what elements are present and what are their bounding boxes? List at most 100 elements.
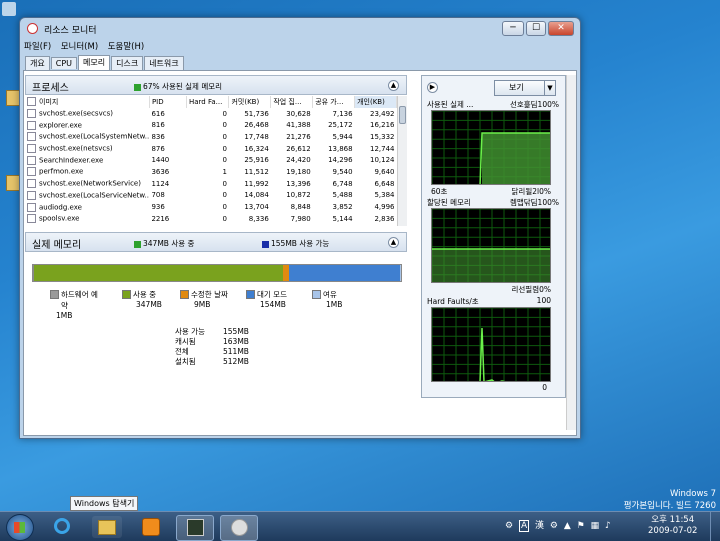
cell-value: 30,628 [286, 109, 311, 118]
col-commit[interactable]: 커밋(KB) [228, 96, 272, 108]
table-row[interactable]: svchost.exe(NetworkService) 1124 0 11,992 13… [25, 178, 397, 190]
stat-available-value: 155MB [223, 327, 249, 336]
col-private[interactable]: 개인(KB) [354, 96, 397, 108]
windows-watermark: Windows 7 평가본입니다. 빌드 7260 [624, 488, 716, 512]
tray-keyboard-icon[interactable]: 漢 [535, 521, 544, 531]
row-checkbox[interactable] [27, 144, 36, 154]
select-all-checkbox[interactable] [27, 97, 36, 107]
process-summary-text: 67% 사용된 실제 메모리 [143, 82, 223, 91]
show-desktop-button[interactable] [710, 512, 720, 541]
tab-network[interactable]: 네트워크 [144, 56, 184, 70]
cell-value: 0 [222, 156, 227, 165]
row-checkbox[interactable] [27, 214, 36, 224]
tab-cpu[interactable]: CPU [50, 57, 77, 69]
pane-scrollbar[interactable] [566, 75, 576, 430]
scrollbar-thumb[interactable] [399, 106, 406, 124]
legend-label: 하드웨어 예 약 [61, 290, 98, 310]
table-row[interactable]: svchost.exe(LocalSystemNetw... 836 0 17,748… [25, 131, 397, 143]
taskbar-perfmon-button[interactable] [220, 515, 258, 541]
menu-file[interactable]: 파일(F) [24, 42, 51, 52]
row-checkbox[interactable] [27, 109, 36, 119]
taskbar-explorer-icon[interactable] [92, 516, 122, 538]
tray-settings-icon[interactable]: ⚙ [550, 521, 558, 531]
cell-value: 0 [222, 121, 227, 130]
cell-value: 4,996 [374, 203, 395, 212]
row-checkbox[interactable] [27, 202, 36, 212]
desktop-recycle-bin-icon[interactable] [2, 2, 16, 16]
close-button[interactable]: ✕ [548, 21, 574, 36]
stat-available-label: 사용 가능 [175, 327, 205, 336]
row-checkbox[interactable] [27, 190, 36, 200]
taskbar-ie-icon[interactable] [48, 516, 78, 538]
start-button[interactable] [6, 514, 34, 541]
menu-help[interactable]: 도움말(H) [108, 42, 144, 52]
clock[interactable]: 오후 11:54 2009-07-02 [648, 515, 697, 537]
cell-value: 0 [222, 214, 227, 223]
table-row[interactable]: explorer.exe 816 0 26,468 41,388 25,172 16,216 [25, 119, 397, 131]
perfmon-task-icon [231, 519, 248, 536]
expand-pane-icon[interactable]: ▶ [427, 82, 438, 93]
col-image[interactable]: 이미지 [25, 96, 150, 108]
graph1-header: 사용된 실제 ... 선호흝딤100% [427, 99, 559, 110]
tab-disk[interactable]: 디스크 [111, 56, 144, 70]
tray-language-icon[interactable]: ⚙ [505, 521, 513, 531]
process-scrollbar[interactable] [397, 96, 407, 226]
legend-item: 수정한 날짜 9MB [180, 289, 253, 309]
row-checkbox[interactable] [27, 179, 36, 189]
table-row[interactable]: svchost.exe(netsvcs) 876 0 16,324 26,612 13,8… [25, 143, 397, 155]
table-row[interactable]: SearchIndexer.exe 1440 0 25,916 24,420 14,296… [25, 154, 397, 166]
table-row[interactable]: spoolsv.exe 2216 0 8,336 7,980 5,144 2,836 [25, 213, 397, 225]
table-row[interactable]: perfmon.exe 3636 1 11,512 19,180 9,540 9,640 [25, 166, 397, 178]
view-dropdown[interactable]: 보기 ▼ [494, 80, 556, 96]
cell-image-text: svchost.exe(LocalSystemNetw... [39, 132, 150, 141]
hard-faults-graph [431, 307, 551, 382]
legend-swatch [50, 289, 59, 299]
taskbar-resource-monitor-button[interactable] [176, 515, 214, 541]
stat-cached-label: 캐시됨 [175, 337, 196, 346]
tray-network-icon[interactable]: ▦ [591, 521, 600, 531]
physical-memory-graph [431, 110, 551, 185]
menu-monitor[interactable]: 모니터(M) [61, 42, 98, 52]
row-checkbox[interactable] [27, 167, 36, 177]
tray-volume-icon[interactable]: ♪ [605, 521, 611, 531]
tab-memory[interactable]: 메모리 [78, 55, 111, 70]
table-row[interactable]: audiodg.exe 936 0 13,704 8,848 3,852 4,996 [25, 201, 397, 213]
table-row[interactable]: svchost.exe(LocalServiceNetw... 708 0 14,08… [25, 190, 397, 202]
taskbar: ⚙ A 漢 ⚙ ▲ ⚑ ▦ ♪ 오후 11:54 2009-07-02 [0, 511, 720, 541]
cell-value: 8,848 [290, 203, 311, 212]
row-checkbox[interactable] [27, 132, 36, 142]
tray-flag-icon[interactable]: ⚑ [577, 521, 585, 531]
process-panel-header[interactable]: 프로세스 67% 사용된 실제 메모리 ▲ [25, 75, 407, 95]
table-row[interactable]: svchost.exe(secsvcs) 616 0 51,736 30,628 7,13… [25, 108, 397, 120]
collapse-chevron-icon[interactable]: ▲ [388, 80, 399, 91]
tray-chevron-icon[interactable]: ▲ [564, 521, 571, 531]
maximize-button[interactable]: ☐ [526, 21, 546, 36]
row-checkbox[interactable] [27, 120, 36, 130]
cell-image: perfmon.exe [25, 166, 149, 178]
tab-overview[interactable]: 개요 [25, 56, 50, 70]
minimize-button[interactable]: ─ [502, 21, 524, 36]
cell-value: 9,640 [374, 167, 395, 176]
stat-total-value: 511MB [223, 347, 249, 356]
cell-value: 11,512 [244, 167, 269, 176]
taskbar-mediaplayer-icon[interactable] [136, 516, 166, 538]
cell-value: 7,980 [290, 214, 311, 223]
row-checkbox[interactable] [27, 155, 36, 165]
desktop-icon[interactable] [6, 90, 20, 106]
collapse-chevron-icon[interactable]: ▲ [388, 237, 399, 248]
col-pid[interactable]: PID [149, 96, 188, 108]
memory-panel-header[interactable]: 실제 메모리 347MB 사용 중 155MB 사용 가능 ▲ [25, 232, 407, 252]
tray-ime-icon[interactable]: A [518, 520, 530, 532]
title-bar[interactable]: 리소스 모니터 ─ ☐ ✕ [20, 18, 580, 40]
col-shareable[interactable]: 공유 가... [312, 96, 356, 108]
cell-value: 14,084 [244, 191, 269, 200]
col-workingset[interactable]: 작업 집... [270, 96, 314, 108]
commit-charge-graph [431, 208, 551, 283]
desktop-icon[interactable] [6, 175, 20, 191]
client-area: 프로세스 67% 사용된 실제 메모리 ▲ 이미지 PID Hard Fa...… [23, 70, 577, 436]
memory-in-use: 347MB 사용 중 [134, 238, 194, 249]
system-tray: ⚙ A 漢 ⚙ ▲ ⚑ ▦ ♪ [505, 518, 611, 532]
cell-value: 1440 [151, 156, 170, 165]
col-hardfaults[interactable]: Hard Fa... [186, 96, 230, 108]
legend-swatch [312, 289, 321, 299]
